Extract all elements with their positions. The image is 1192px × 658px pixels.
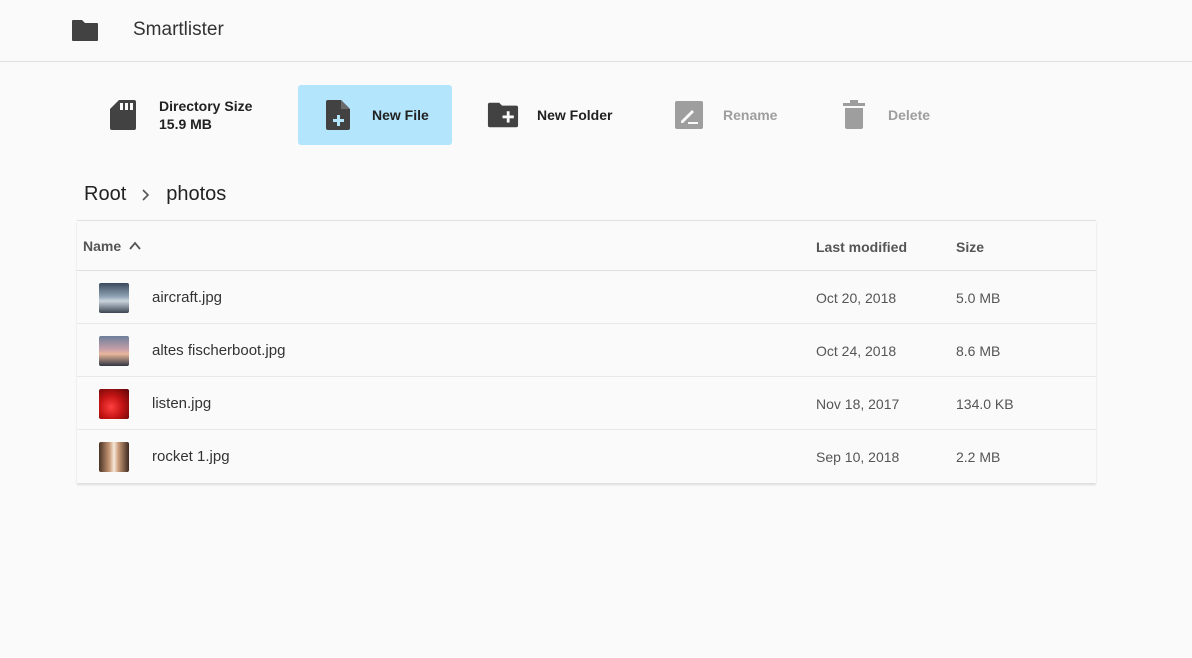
breadcrumb-current: photos (166, 183, 227, 205)
new-folder-label: New Folder (537, 107, 613, 123)
file-size: 8.6 MB (956, 343, 1001, 359)
file-size: 2.2 MB (956, 449, 1001, 465)
image-thumbnail-icon (99, 283, 129, 313)
app-bar: Smartlister (0, 0, 1192, 62)
column-header-name[interactable]: Name (83, 238, 141, 254)
file-modified: Sep 10, 2018 (816, 449, 900, 465)
directory-size-info: Directory Size 15.9 MB (107, 85, 277, 145)
directory-size-label: Directory Size (159, 98, 253, 114)
app-title: Smartlister (133, 19, 224, 40)
new-file-label: New File (372, 107, 429, 123)
column-header-modified[interactable]: Last modified (816, 239, 907, 255)
new-folder-icon (487, 99, 519, 131)
column-header-size[interactable]: Size (956, 239, 984, 255)
table-row[interactable]: rocket 1.jpg Sep 10, 2018 2.2 MB (77, 430, 1096, 483)
new-file-button[interactable]: New File (298, 85, 452, 145)
breadcrumb-root[interactable]: Root (84, 183, 126, 206)
column-name-label: Name (83, 238, 122, 254)
file-name: rocket 1.jpg (152, 448, 230, 465)
file-name: altes fischerboot.jpg (152, 342, 286, 359)
table-row[interactable]: listen.jpg Nov 18, 2017 134.0 KB (77, 377, 1096, 430)
rename-button[interactable]: Rename (673, 85, 803, 145)
directory-size-text: Directory Size 15.9 MB (159, 97, 252, 133)
delete-button[interactable]: Delete (838, 85, 958, 145)
file-size: 134.0 KB (956, 396, 1014, 412)
folder-icon (72, 20, 98, 41)
chevron-right-icon (142, 188, 152, 202)
file-table: Name Last modified Size aircraft.jpg Oct… (77, 220, 1096, 483)
sd-card-icon (107, 99, 139, 131)
new-folder-button[interactable]: New Folder (487, 85, 637, 145)
file-modified: Oct 24, 2018 (816, 343, 897, 359)
rename-label: Rename (723, 107, 778, 123)
table-header: Name Last modified Size (77, 221, 1096, 271)
file-name: listen.jpg (152, 395, 212, 412)
trash-icon (838, 99, 870, 131)
table-row[interactable]: aircraft.jpg Oct 20, 2018 5.0 MB (77, 271, 1096, 324)
image-thumbnail-icon (99, 389, 129, 419)
new-file-icon (322, 99, 354, 131)
file-modified: Nov 18, 2017 (816, 396, 900, 412)
file-modified: Oct 20, 2018 (816, 290, 897, 306)
rename-icon (673, 99, 705, 131)
toolbar: Directory Size 15.9 MB New File New Fold… (0, 85, 1192, 145)
file-name: aircraft.jpg (152, 289, 223, 306)
sort-ascending-icon (129, 241, 141, 250)
directory-size-value: 15.9 MB (159, 116, 212, 132)
image-thumbnail-icon (99, 442, 129, 472)
delete-label: Delete (888, 107, 931, 123)
table-row[interactable]: altes fischerboot.jpg Oct 24, 2018 8.6 M… (77, 324, 1096, 377)
file-size: 5.0 MB (956, 290, 1001, 306)
image-thumbnail-icon (99, 336, 129, 366)
breadcrumb: Root photos (84, 183, 226, 206)
